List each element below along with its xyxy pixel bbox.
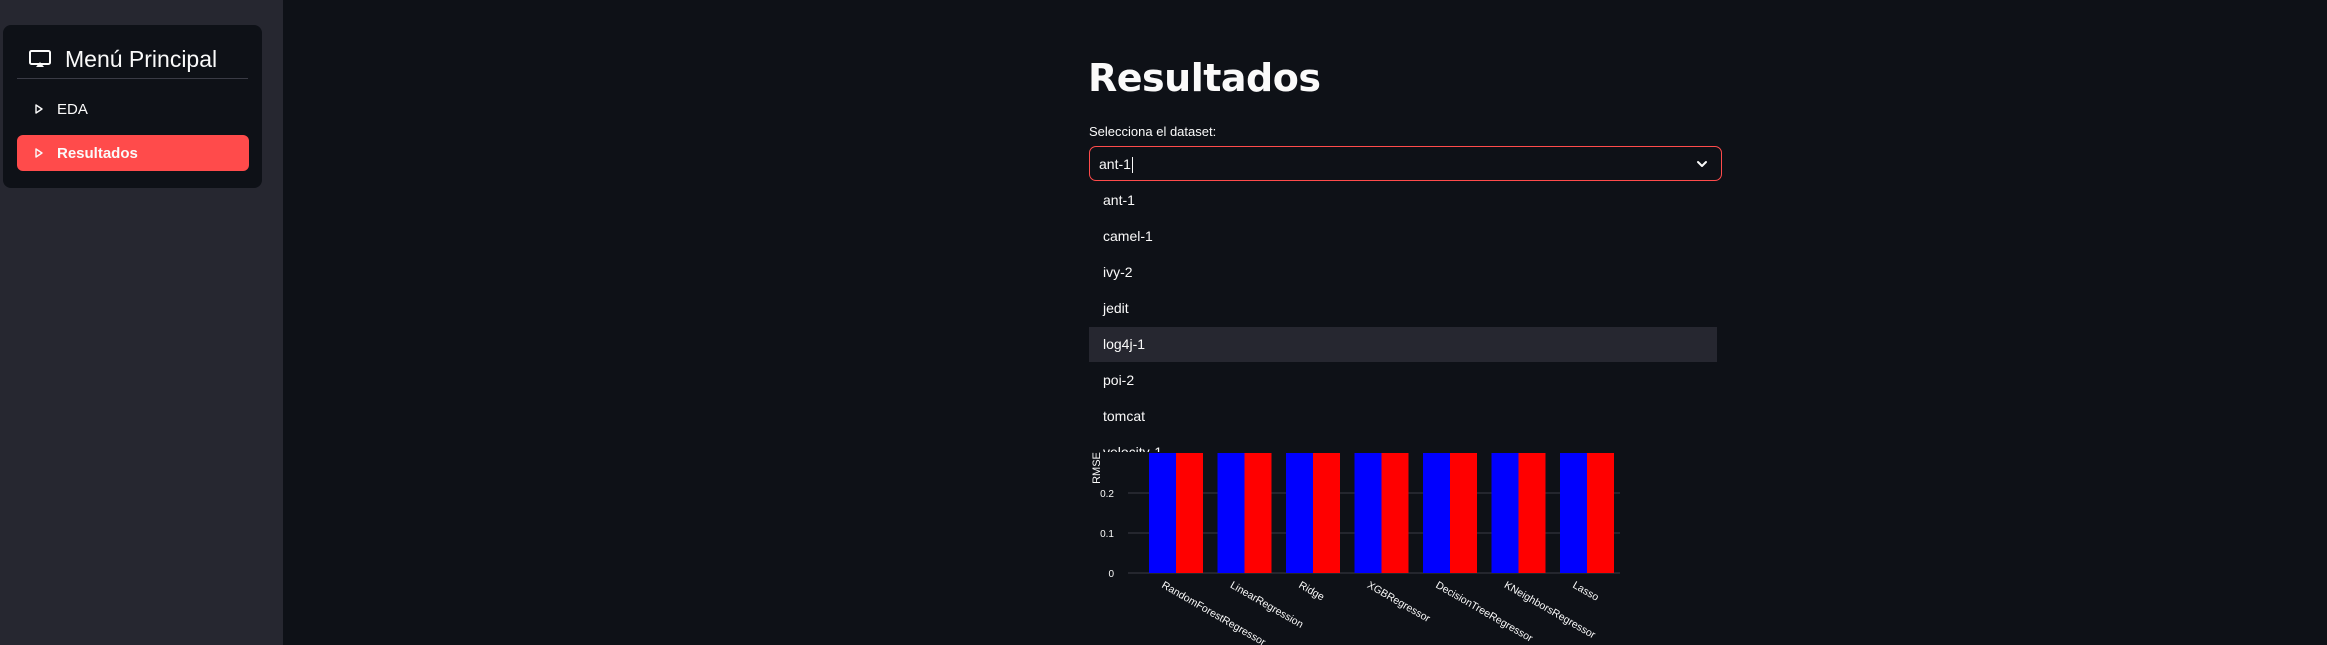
x-tick-label: XGBRegressor — [1365, 579, 1433, 625]
dataset-dropdown: ant-1 camel-1 ivy-2 jedit log4j-1 poi-2 … — [1089, 182, 1722, 452]
menu-title: Menú Principal — [65, 45, 218, 72]
dataset-select[interactable]: ant-1 — [1089, 146, 1722, 181]
menu-divider — [17, 78, 248, 79]
dropdown-option-poi-2[interactable]: poi-2 — [1089, 363, 1717, 398]
menu-item-label: Resultados — [57, 144, 138, 162]
dataset-select-value[interactable]: ant-1 — [1099, 156, 1133, 174]
play-icon — [35, 104, 43, 114]
dropdown-option-camel-1[interactable]: camel-1 — [1089, 219, 1717, 254]
dropdown-option-ant-1[interactable]: ant-1 — [1089, 183, 1717, 218]
main-menu: Menú Principal EDA Resultados — [3, 25, 262, 188]
sidebar: Menú Principal EDA Resultados — [0, 0, 283, 645]
y-tick-label: 0.2 — [1100, 489, 1114, 500]
dataset-select-label: Selecciona el dataset: — [1089, 124, 1217, 139]
cast-icon — [29, 50, 51, 67]
bar — [1176, 453, 1203, 573]
x-tick-label: Ridge — [1297, 579, 1327, 603]
bar — [1423, 453, 1450, 573]
y-tick-label: 0.1 — [1100, 529, 1114, 540]
bar — [1217, 453, 1245, 573]
rmse-bar-chart: 00.10.2RMSERandomForestRegressorLinearRe… — [1091, 452, 1620, 645]
bar — [1149, 453, 1176, 573]
menu-item-eda[interactable]: EDA — [17, 91, 249, 127]
bar — [1354, 453, 1382, 573]
dropdown-option-log4j-1[interactable]: log4j-1 — [1089, 327, 1717, 362]
select-value-text: ant-1 — [1099, 156, 1131, 172]
bar — [1313, 453, 1340, 573]
menu-item-label: EDA — [57, 100, 88, 118]
bar — [1491, 453, 1519, 573]
bar — [1518, 453, 1546, 573]
menu-item-resultados[interactable]: Resultados — [17, 135, 249, 171]
bar — [1587, 453, 1614, 573]
x-tick-label: Lasso — [1571, 579, 1601, 603]
y-tick-label: 0 — [1108, 569, 1114, 580]
chevron-down-icon[interactable] — [1695, 157, 1709, 171]
bar — [1286, 453, 1313, 573]
play-icon — [35, 148, 43, 158]
menu-header: Menú Principal — [29, 39, 217, 79]
dropdown-option-velocity-1[interactable]: velocity-1 — [1089, 435, 1717, 452]
page-title: Resultados — [1088, 56, 1321, 100]
bar — [1450, 453, 1477, 573]
bar — [1244, 453, 1272, 573]
dropdown-option-tomcat[interactable]: tomcat — [1089, 399, 1717, 434]
text-caret — [1131, 157, 1133, 174]
bar — [1560, 453, 1587, 573]
dropdown-option-jedit[interactable]: jedit — [1089, 291, 1717, 326]
bar — [1381, 453, 1409, 573]
y-axis-label: RMSE — [1091, 452, 1103, 484]
dropdown-option-ivy-2[interactable]: ivy-2 — [1089, 255, 1717, 290]
